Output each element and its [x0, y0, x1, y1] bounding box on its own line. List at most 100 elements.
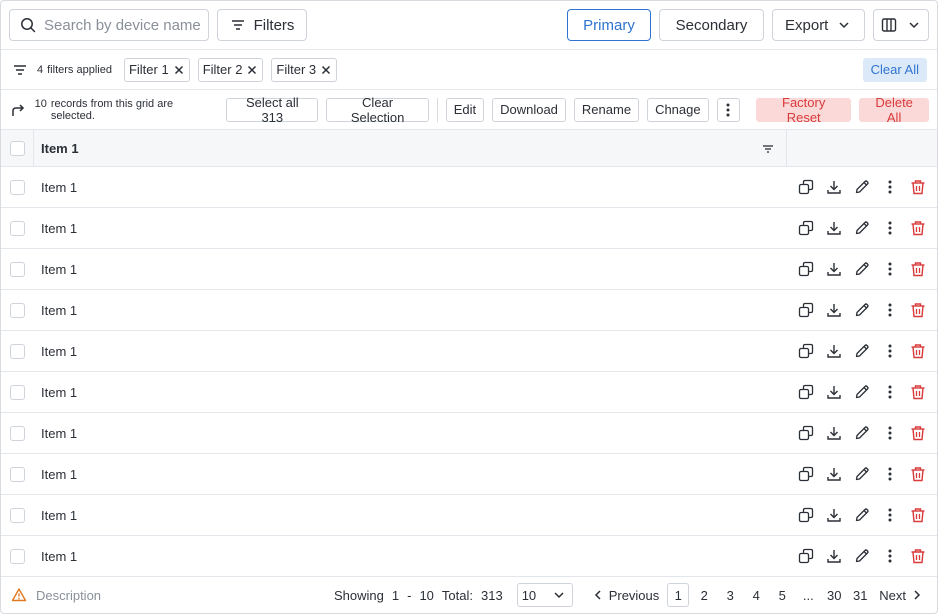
trash-icon[interactable] — [909, 219, 927, 237]
pencil-icon[interactable] — [853, 506, 871, 524]
column-filter-icon[interactable] — [761, 142, 775, 156]
trash-icon[interactable] — [909, 424, 927, 442]
more-vertical-icon[interactable] — [881, 424, 899, 442]
change-button[interactable]: Chnage — [647, 97, 709, 122]
trash-icon[interactable] — [909, 178, 927, 196]
copy-icon[interactable] — [797, 260, 815, 278]
download-icon[interactable] — [825, 383, 843, 401]
select-all-checkbox[interactable] — [10, 141, 25, 156]
download-icon[interactable] — [825, 465, 843, 483]
trash-icon[interactable] — [909, 547, 927, 565]
table-row[interactable]: Item 1 — [1, 290, 937, 331]
trash-icon[interactable] — [909, 383, 927, 401]
more-vertical-icon[interactable] — [881, 465, 899, 483]
download-icon[interactable] — [825, 547, 843, 565]
pencil-icon[interactable] — [853, 178, 871, 196]
copy-icon[interactable] — [797, 424, 815, 442]
row-checkbox[interactable] — [10, 426, 25, 441]
more-vertical-icon[interactable] — [881, 301, 899, 319]
page-2[interactable]: 2 — [693, 583, 715, 607]
column-header-item[interactable]: Item 1 — [41, 141, 79, 156]
page-1[interactable]: 1 — [667, 583, 690, 607]
more-vertical-icon[interactable] — [881, 219, 899, 237]
trash-icon[interactable] — [909, 506, 927, 524]
more-vertical-icon[interactable] — [881, 260, 899, 278]
download-icon[interactable] — [825, 178, 843, 196]
pencil-icon[interactable] — [853, 219, 871, 237]
more-vertical-icon[interactable] — [881, 506, 899, 524]
copy-icon[interactable] — [797, 342, 815, 360]
more-vertical-icon[interactable] — [881, 383, 899, 401]
pencil-icon[interactable] — [853, 424, 871, 442]
more-vertical-icon[interactable] — [881, 547, 899, 565]
factory-reset-button[interactable]: Factory Reset — [756, 95, 852, 125]
delete-all-button[interactable]: Delete All — [859, 95, 929, 125]
edit-button[interactable]: Edit — [445, 97, 485, 122]
filters-button[interactable]: Filters — [217, 9, 307, 41]
close-icon[interactable] — [320, 64, 332, 76]
pencil-icon[interactable] — [853, 465, 871, 483]
row-checkbox[interactable] — [10, 508, 25, 523]
row-checkbox[interactable] — [10, 303, 25, 318]
table-row[interactable]: Item 1 — [1, 413, 937, 454]
trash-icon[interactable] — [909, 465, 927, 483]
table-row[interactable]: Item 1 — [1, 372, 937, 413]
trash-icon[interactable] — [909, 342, 927, 360]
table-row[interactable]: Item 1 — [1, 331, 937, 372]
more-vertical-icon[interactable] — [881, 178, 899, 196]
columns-button[interactable] — [873, 9, 929, 41]
next-page-button[interactable]: Next — [873, 586, 928, 604]
select-all-button[interactable]: Select all 313 — [226, 95, 319, 125]
pencil-icon[interactable] — [853, 301, 871, 319]
row-checkbox[interactable] — [10, 344, 25, 359]
previous-page-button[interactable]: Previous — [587, 586, 666, 604]
page-5[interactable]: 5 — [771, 583, 793, 607]
secondary-button[interactable]: Secondary — [659, 9, 764, 41]
trash-icon[interactable] — [909, 260, 927, 278]
copy-icon[interactable] — [797, 547, 815, 565]
row-checkbox[interactable] — [10, 221, 25, 236]
page-30[interactable]: 30 — [823, 583, 845, 607]
export-button[interactable]: Export — [772, 9, 865, 41]
filter-chip-1[interactable]: Filter 1 — [123, 57, 190, 82]
page-3[interactable]: 3 — [719, 583, 741, 607]
primary-button[interactable]: Primary — [567, 9, 651, 41]
trash-icon[interactable] — [909, 301, 927, 319]
table-row[interactable]: Item 1 — [1, 495, 937, 536]
copy-icon[interactable] — [797, 178, 815, 196]
close-icon[interactable] — [173, 64, 185, 76]
more-actions-button[interactable] — [716, 97, 741, 122]
filter-chip-2[interactable]: Filter 2 — [197, 57, 264, 82]
close-icon[interactable] — [246, 64, 258, 76]
search-input[interactable] — [44, 16, 204, 34]
page-size-select[interactable]: 10 — [516, 583, 573, 607]
row-checkbox[interactable] — [10, 385, 25, 400]
download-button[interactable]: Download — [492, 97, 566, 122]
row-checkbox[interactable] — [10, 549, 25, 564]
row-checkbox[interactable] — [10, 180, 25, 195]
filter-chip-3[interactable]: Filter 3 — [271, 57, 338, 82]
pencil-icon[interactable] — [853, 260, 871, 278]
download-icon[interactable] — [825, 301, 843, 319]
page-4[interactable]: 4 — [745, 583, 767, 607]
copy-icon[interactable] — [797, 383, 815, 401]
table-row[interactable]: Item 1 — [1, 208, 937, 249]
table-row[interactable]: Item 1 — [1, 536, 937, 577]
page-31[interactable]: 31 — [849, 583, 871, 607]
copy-icon[interactable] — [797, 219, 815, 237]
download-icon[interactable] — [825, 342, 843, 360]
table-row[interactable]: Item 1 — [1, 454, 937, 495]
table-row[interactable]: Item 1 — [1, 249, 937, 290]
pencil-icon[interactable] — [853, 342, 871, 360]
clear-all-button[interactable]: Clear All — [862, 57, 927, 82]
copy-icon[interactable] — [797, 465, 815, 483]
download-icon[interactable] — [825, 219, 843, 237]
rename-button[interactable]: Rename — [573, 97, 640, 122]
table-row[interactable]: Item 1 — [1, 167, 937, 208]
row-checkbox[interactable] — [10, 467, 25, 482]
copy-icon[interactable] — [797, 301, 815, 319]
clear-selection-button[interactable]: Clear Selection — [326, 95, 429, 125]
download-icon[interactable] — [825, 260, 843, 278]
pencil-icon[interactable] — [853, 383, 871, 401]
more-vertical-icon[interactable] — [881, 342, 899, 360]
